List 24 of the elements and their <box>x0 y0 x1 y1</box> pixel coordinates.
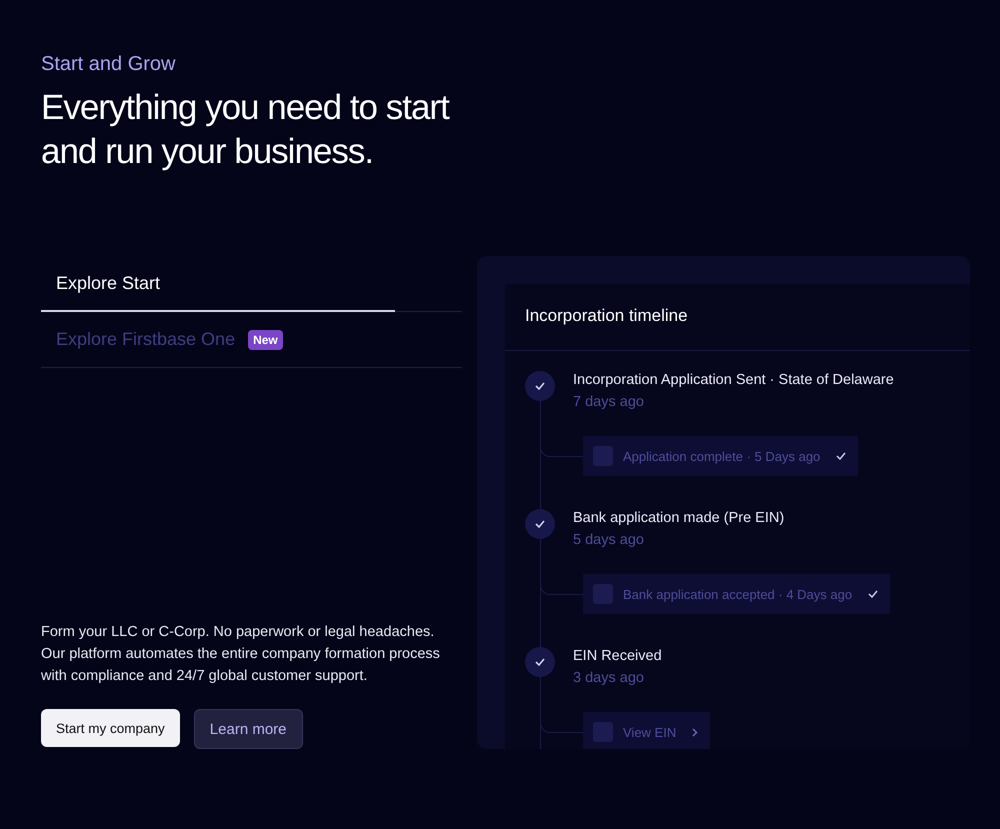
tab[interactable]: Explore Start <box>41 256 176 311</box>
sub-step-label: Application complete · 5 Days ago <box>623 448 820 464</box>
check-icon <box>868 590 878 598</box>
event-time: 5 days ago <box>573 531 645 549</box>
event-title: EIN Received <box>573 647 662 665</box>
event-title: Incorporation Application Sent · State of Delaware <box>573 371 894 389</box>
check-icon <box>836 452 846 460</box>
sub-step-label: Bank application accepted · 4 Days ago <box>623 586 852 602</box>
event-time: 3 days ago <box>573 669 645 687</box>
description: Form your LLC or C-Corp. No paperwork or legal headaches. Our platform automates the entire company formation process with compliance and 24/7 global customer support. <box>41 623 441 686</box>
square-icon <box>593 584 613 604</box>
tab[interactable]: Explore Firstbase One New <box>41 312 298 367</box>
chevron-right-icon <box>692 728 698 736</box>
square-icon <box>593 722 613 742</box>
headline: Everything you need to start and run your business. <box>41 87 450 173</box>
learn-more-button[interactable]: Learn more <box>194 709 303 749</box>
new-badge: New <box>248 330 283 350</box>
start-button[interactable]: Start my company <box>41 709 180 747</box>
eyebrow-text: Start and Grow <box>41 52 177 76</box>
event-time: 7 days ago <box>573 393 645 411</box>
timeline-title: Incorporation timeline <box>505 284 970 351</box>
sub-step-label: View EIN <box>623 724 676 740</box>
square-icon <box>593 446 613 466</box>
event-title: Bank application made (Pre EIN) <box>573 509 784 527</box>
